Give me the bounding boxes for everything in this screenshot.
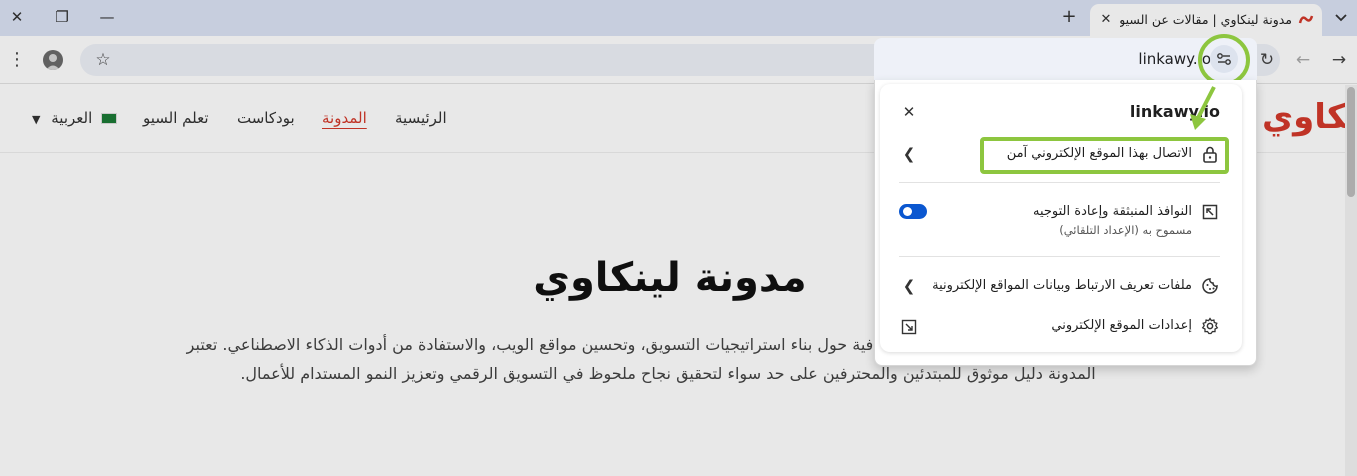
divider bbox=[899, 256, 1220, 257]
page-title: مدونة لينكاوي bbox=[533, 255, 807, 301]
plus-icon: + bbox=[1061, 6, 1077, 27]
restore-window-button[interactable]: ❐ bbox=[50, 6, 74, 28]
chevron-left-icon: ❮ bbox=[902, 145, 916, 163]
bookmark-star-button[interactable]: ☆ bbox=[92, 48, 114, 72]
star-icon: ☆ bbox=[95, 50, 111, 70]
reload-icon: ↻ bbox=[1259, 50, 1275, 70]
divider bbox=[899, 182, 1220, 183]
language-selector[interactable]: ▼ العربية bbox=[32, 109, 118, 127]
tab-close-button[interactable]: ✕ bbox=[1096, 10, 1116, 30]
popups-redirects-status: مسموح به (الإعداد التلقائي) bbox=[1059, 223, 1192, 237]
active-tab[interactable]: ✕ مدونة لينكاوي | مقالات عن السيو... bbox=[1090, 4, 1322, 36]
chevron-down-icon bbox=[1335, 14, 1347, 22]
tab-strip: ✕ ❐ — + ✕ مدونة لينكاوي | مقالات عن السي… bbox=[0, 0, 1357, 36]
close-icon: ✕ bbox=[902, 103, 916, 121]
cookies-expand-button[interactable]: ❮ bbox=[901, 278, 917, 294]
nav-blog-link[interactable]: المدونة bbox=[322, 109, 367, 127]
popups-toggle[interactable] bbox=[899, 204, 927, 219]
nav-learn-seo-link[interactable]: تعلم السيو bbox=[143, 109, 209, 127]
restore-icon: ❐ bbox=[55, 8, 69, 26]
arrow-back-icon: ← bbox=[1295, 50, 1311, 70]
tab-search-button[interactable] bbox=[1330, 6, 1352, 28]
chevron-left-icon: ❮ bbox=[902, 277, 916, 295]
close-window-button[interactable]: ✕ bbox=[5, 6, 29, 28]
close-icon: ✕ bbox=[1100, 12, 1112, 27]
site-favicon-icon bbox=[1298, 15, 1314, 24]
connection-highlight-box bbox=[980, 137, 1229, 174]
reload-button[interactable]: ↻ bbox=[1255, 48, 1279, 72]
tab-title: مدونة لينكاوي | مقالات عن السيو... bbox=[1120, 12, 1292, 27]
open-external-icon[interactable] bbox=[900, 318, 918, 336]
profile-avatar[interactable] bbox=[43, 50, 63, 70]
popup-close-button[interactable]: ✕ bbox=[901, 104, 917, 120]
cookie-icon bbox=[1202, 278, 1218, 294]
language-label: العربية bbox=[51, 109, 93, 127]
profile-icon bbox=[46, 54, 60, 70]
chevron-down-icon: ▼ bbox=[32, 113, 41, 126]
new-tab-button[interactable]: + bbox=[1058, 6, 1080, 28]
nav-podcast-link[interactable]: بودكاست bbox=[237, 109, 295, 127]
arrow-forward-icon: → bbox=[1331, 50, 1347, 70]
gear-icon bbox=[1201, 317, 1219, 335]
connection-expand-button[interactable]: ❮ bbox=[901, 146, 917, 162]
arrow-annotation-icon bbox=[1190, 86, 1216, 130]
forward-button[interactable]: → bbox=[1327, 48, 1351, 72]
browser-menu-button[interactable]: ⋮ bbox=[8, 48, 26, 72]
site-logo[interactable]: لينكاوي bbox=[1262, 97, 1357, 137]
minimize-icon: — bbox=[99, 8, 115, 26]
scrollbar-thumb[interactable] bbox=[1347, 87, 1355, 197]
open-in-new-icon bbox=[1202, 204, 1218, 220]
toggle-knob bbox=[903, 207, 912, 216]
more-vert-icon: ⋮ bbox=[8, 49, 26, 70]
popups-redirects-label: النوافذ المنبثقة وإعادة التوجيه bbox=[1032, 204, 1192, 219]
highlight-ring bbox=[1198, 34, 1250, 86]
close-icon: ✕ bbox=[10, 8, 24, 26]
back-button[interactable]: ← bbox=[1291, 48, 1315, 72]
cookies-site-data-label[interactable]: ملفات تعريف الارتباط وبيانات المواقع الإ… bbox=[930, 278, 1192, 293]
site-settings-label[interactable]: إعدادات الموقع الإلكتروني bbox=[1020, 318, 1192, 333]
minimize-window-button[interactable]: — bbox=[95, 6, 119, 28]
flag-icon bbox=[101, 113, 118, 124]
nav-home-link[interactable]: الرئيسية bbox=[395, 109, 447, 127]
